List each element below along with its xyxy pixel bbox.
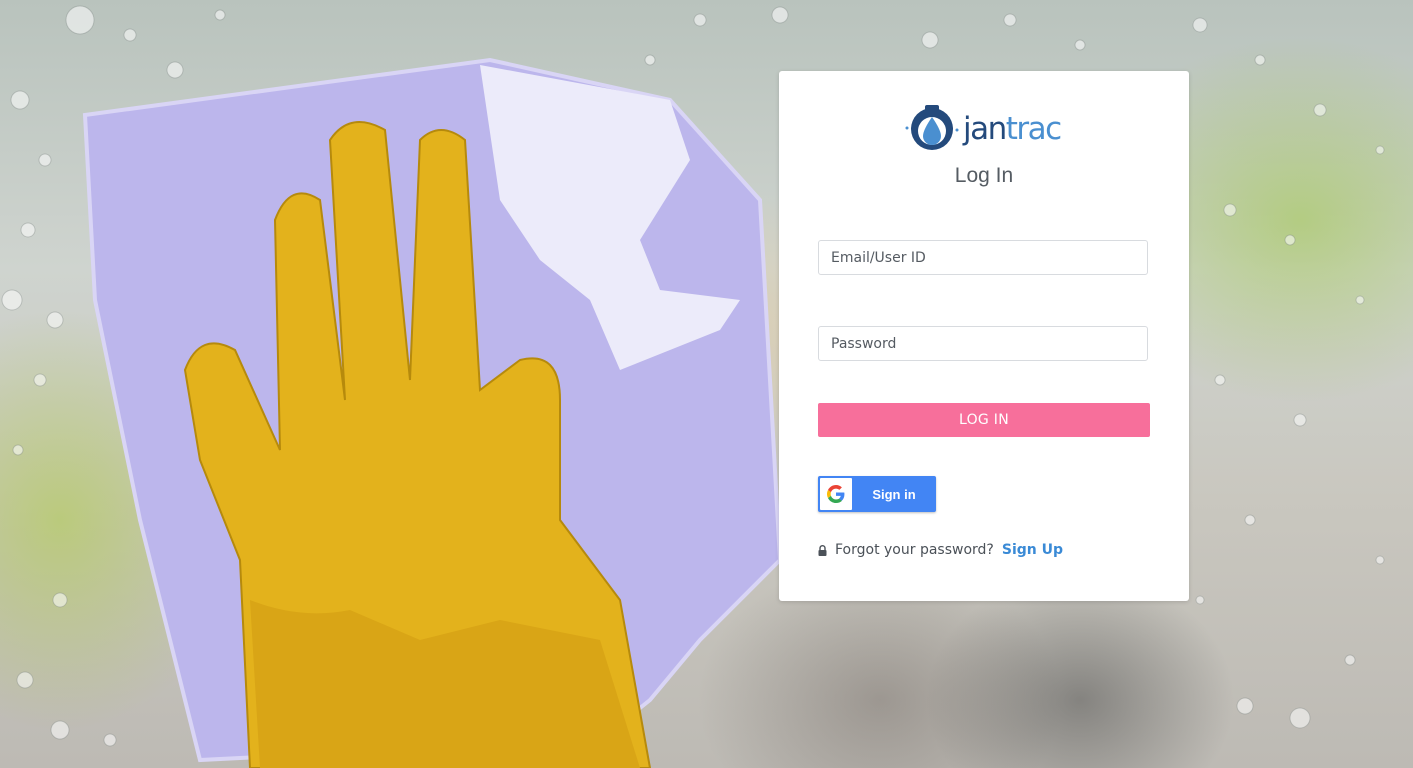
password-field[interactable] [818, 326, 1148, 361]
logo-wordmark: jantrac [963, 110, 1062, 147]
login-page: jantrac Log In LOG IN Sign in [0, 0, 1413, 768]
water-drop-camera-icon [905, 105, 959, 150]
google-sign-in-button[interactable]: Sign in [818, 476, 936, 512]
forgot-password-link[interactable]: Forgot your password? [835, 542, 994, 558]
sign-up-link[interactable]: Sign Up [1002, 542, 1063, 558]
background-image [1, 5, 1385, 768]
google-g-icon [827, 485, 845, 503]
logo-wordmark-jan: jan [963, 110, 1007, 147]
google-logo-container [820, 478, 852, 510]
account-links: Forgot your password? Sign Up [818, 542, 1063, 558]
lock-icon [818, 544, 827, 556]
login-button[interactable]: LOG IN [818, 403, 1150, 437]
email-field[interactable] [818, 240, 1148, 275]
page-title: Log In [954, 164, 1014, 187]
google-sign-in-label: Sign in [872, 486, 916, 502]
jantrac-logo: jantrac [903, 103, 1063, 155]
logo-wordmark-trac: trac [1005, 110, 1062, 147]
login-card: jantrac Log In LOG IN Sign in [779, 71, 1189, 601]
